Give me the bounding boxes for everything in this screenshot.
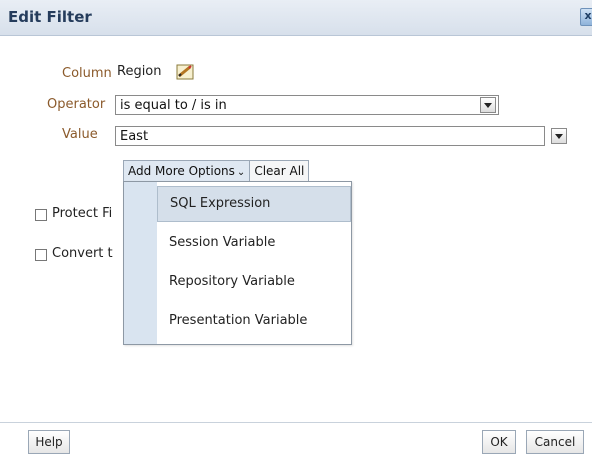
protect-filter-label: Protect Fi (52, 206, 113, 221)
dialog-titlebar: Edit Filter x (0, 0, 592, 36)
add-more-options-label: Add More Options (128, 164, 235, 178)
ok-button[interactable]: OK (482, 430, 516, 454)
value-label: Value (62, 127, 98, 142)
dialog-title: Edit Filter (8, 8, 92, 26)
menu-item-sql-expression[interactable]: SQL Expression (157, 186, 351, 222)
help-button[interactable]: Help (28, 430, 70, 454)
menu-item-repository-variable[interactable]: Repository Variable (157, 264, 351, 300)
convert-label: Convert t (52, 246, 113, 261)
column-label: Column (62, 66, 112, 81)
value-dropdown-icon[interactable] (551, 128, 567, 144)
edit-filter-dialog: Edit Filter x Column Region Operator is … (0, 0, 592, 459)
edit-pencil-icon[interactable] (176, 64, 194, 80)
operator-label: Operator (47, 97, 106, 112)
menu-item-session-variable[interactable]: Session Variable (157, 225, 351, 261)
add-more-options-menu: SQL Expression Session Variable Reposito… (123, 181, 352, 345)
add-more-options-button[interactable]: Add More Options ⌄ (124, 161, 251, 181)
menu-icon-stripe (124, 182, 157, 344)
chevron-down-icon: ⌄ (236, 167, 246, 178)
value-input[interactable]: East (115, 126, 545, 146)
close-button[interactable]: x (580, 8, 592, 26)
column-value: Region (117, 64, 162, 79)
convert-checkbox[interactable] (35, 249, 47, 261)
options-button-group: Add More Options ⌄ Clear All (123, 160, 310, 182)
chevron-down-icon[interactable] (480, 97, 496, 113)
operator-select-value: is equal to / is in (120, 98, 227, 113)
operator-select[interactable]: is equal to / is in (115, 95, 499, 115)
menu-item-presentation-variable[interactable]: Presentation Variable (157, 303, 351, 339)
cancel-button[interactable]: Cancel (526, 430, 584, 454)
close-icon: x (584, 9, 592, 22)
footer-divider (0, 422, 592, 423)
protect-filter-checkbox[interactable] (35, 209, 47, 221)
clear-all-button[interactable]: Clear All (250, 161, 308, 181)
value-input-text: East (120, 129, 149, 144)
